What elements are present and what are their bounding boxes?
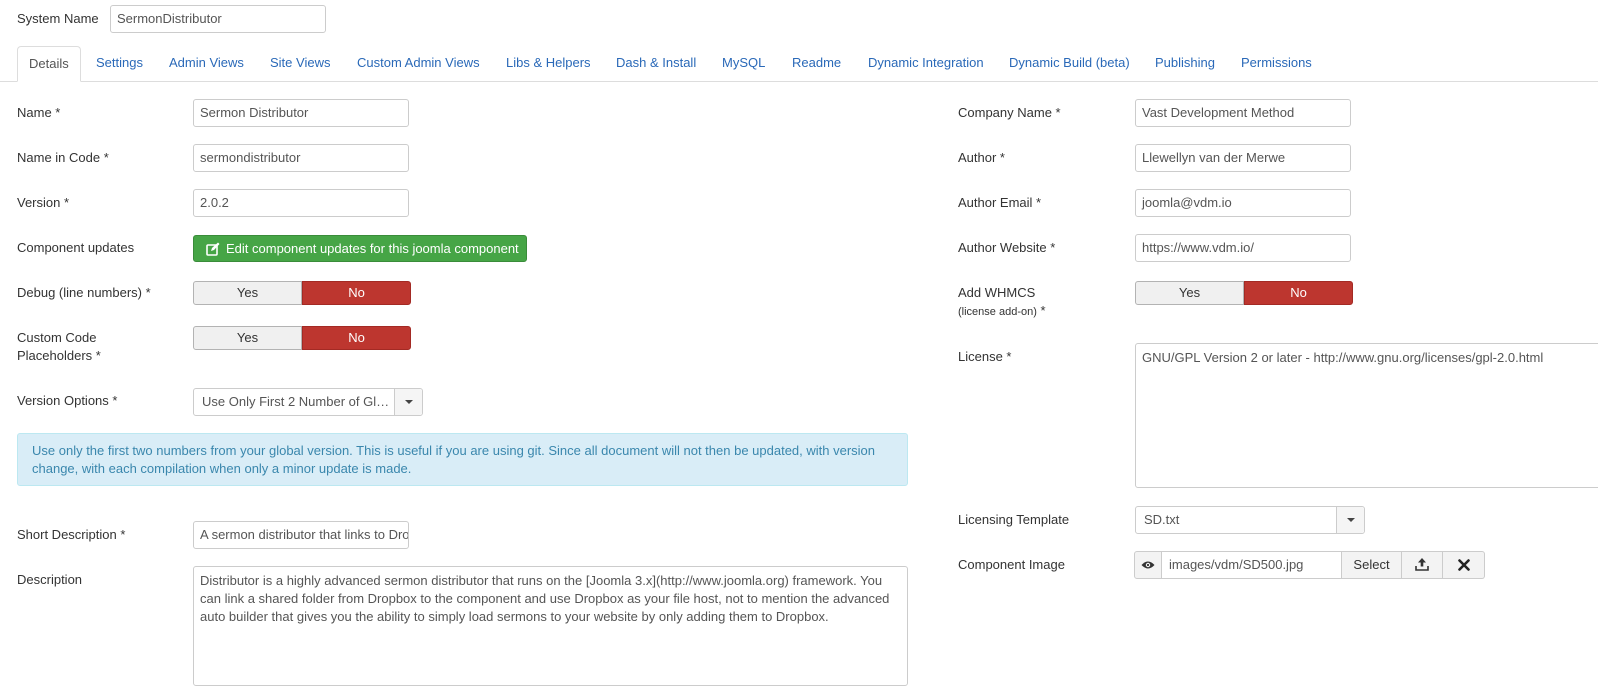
version-input[interactable]: 2.0.2 [193,189,409,217]
component-image-label: Component Image [958,557,1065,572]
name-in-code-input[interactable]: sermondistributor [193,144,409,172]
tab-admin-views[interactable]: Admin Views [169,46,244,81]
clear-image-icon[interactable] [1443,551,1485,579]
tab-details[interactable]: Details [17,46,81,82]
whmcs-no-option[interactable]: No [1244,281,1353,305]
custom-code-label-line2: Placeholders * [17,348,101,363]
tab-mysql[interactable]: MySQL [722,46,765,81]
short-description-label: Short Description * [17,527,126,542]
whmcs-toggle: Yes No [1135,281,1353,305]
version-label: Version * [17,195,70,210]
tab-dynamic-build[interactable]: Dynamic Build (beta) [1009,46,1130,81]
licensing-template-label: Licensing Template [958,512,1070,527]
tab-publishing[interactable]: Publishing [1155,46,1215,81]
select-image-button[interactable]: Select [1342,551,1402,579]
license-textarea[interactable]: GNU/GPL Version 2 or later - http://www.… [1135,343,1598,488]
whmcs-label-line1: Add WHMCS [958,285,1036,300]
chevron-down-icon[interactable] [394,389,422,415]
version-options-select[interactable]: Use Only First 2 Number of Glo… [193,388,423,416]
component-image-field: images/vdm/SD500.jpg Select [1134,551,1485,579]
debug-toggle: Yes No [193,281,411,305]
edit-component-updates-label: Edit component updates for this joomla c… [226,241,519,256]
version-options-value: Use Only First 2 Number of Glo… [202,394,392,409]
custom-code-no-option[interactable]: No [302,326,411,350]
custom-code-toggle: Yes No [193,326,411,350]
short-description-input[interactable]: A sermon distributor that links to Dropb… [193,521,409,549]
tab-readme[interactable]: Readme [792,46,841,81]
tab-dash-install[interactable]: Dash & Install [616,46,696,81]
tab-settings[interactable]: Settings [96,46,143,81]
version-info-alert: Use only the first two numbers from your… [17,433,908,486]
edit-component-updates-button[interactable]: Edit component updates for this joomla c… [193,235,527,262]
debug-yes-option[interactable]: Yes [193,281,302,305]
tab-custom-admin-views[interactable]: Custom Admin Views [357,46,480,81]
whmcs-label-line2: (license add-on) [958,306,1037,318]
edit-icon [206,236,220,261]
custom-code-yes-option[interactable]: Yes [193,326,302,350]
author-email-label: Author Email * [958,195,1042,210]
author-website-label: Author Website * [958,240,1056,255]
description-textarea[interactable]: Distributor is a highly advanced sermon … [193,566,908,686]
debug-label: Debug (line numbers) * [17,285,151,300]
component-updates-label: Component updates [17,240,135,255]
licensing-template-select[interactable]: SD.txt [1135,506,1365,534]
name-input[interactable]: Sermon Distributor [193,99,409,127]
whmcs-required-marker: * [1036,303,1046,318]
chevron-down-icon[interactable] [1336,507,1364,533]
custom-code-label-line1: Custom Code [17,330,97,345]
component-image-path[interactable]: images/vdm/SD500.jpg [1162,551,1342,579]
tab-permissions[interactable]: Permissions [1241,46,1312,81]
company-name-label: Company Name * [958,105,1061,120]
description-label: Description [17,572,83,587]
author-label: Author * [958,150,1005,165]
author-website-input[interactable]: https://www.vdm.io/ [1135,234,1351,262]
system-name-label: System Name [17,11,99,26]
company-name-input[interactable]: Vast Development Method [1135,99,1351,127]
eye-icon[interactable] [1134,551,1162,579]
upload-icon[interactable] [1402,551,1443,579]
custom-code-label: Custom Code Placeholders * [17,329,101,365]
version-options-label: Version Options * [17,393,118,408]
system-name-input[interactable]: SermonDistributor [110,5,326,33]
whmcs-label: Add WHMCS (license add-on) * [958,284,1046,321]
license-label: License * [958,349,1012,364]
licensing-template-value: SD.txt [1144,512,1180,527]
debug-no-option[interactable]: No [302,281,411,305]
tab-bar: Details Settings Admin Views Site Views … [0,46,1598,82]
whmcs-yes-option[interactable]: Yes [1135,281,1244,305]
name-label: Name * [17,105,61,120]
tab-site-views[interactable]: Site Views [270,46,330,81]
tab-dynamic-integration[interactable]: Dynamic Integration [868,46,984,81]
name-in-code-label: Name in Code * [17,150,109,165]
tab-libs-helpers[interactable]: Libs & Helpers [506,46,591,81]
author-input[interactable]: Llewellyn van der Merwe [1135,144,1351,172]
author-email-input[interactable]: joomla@vdm.io [1135,189,1351,217]
